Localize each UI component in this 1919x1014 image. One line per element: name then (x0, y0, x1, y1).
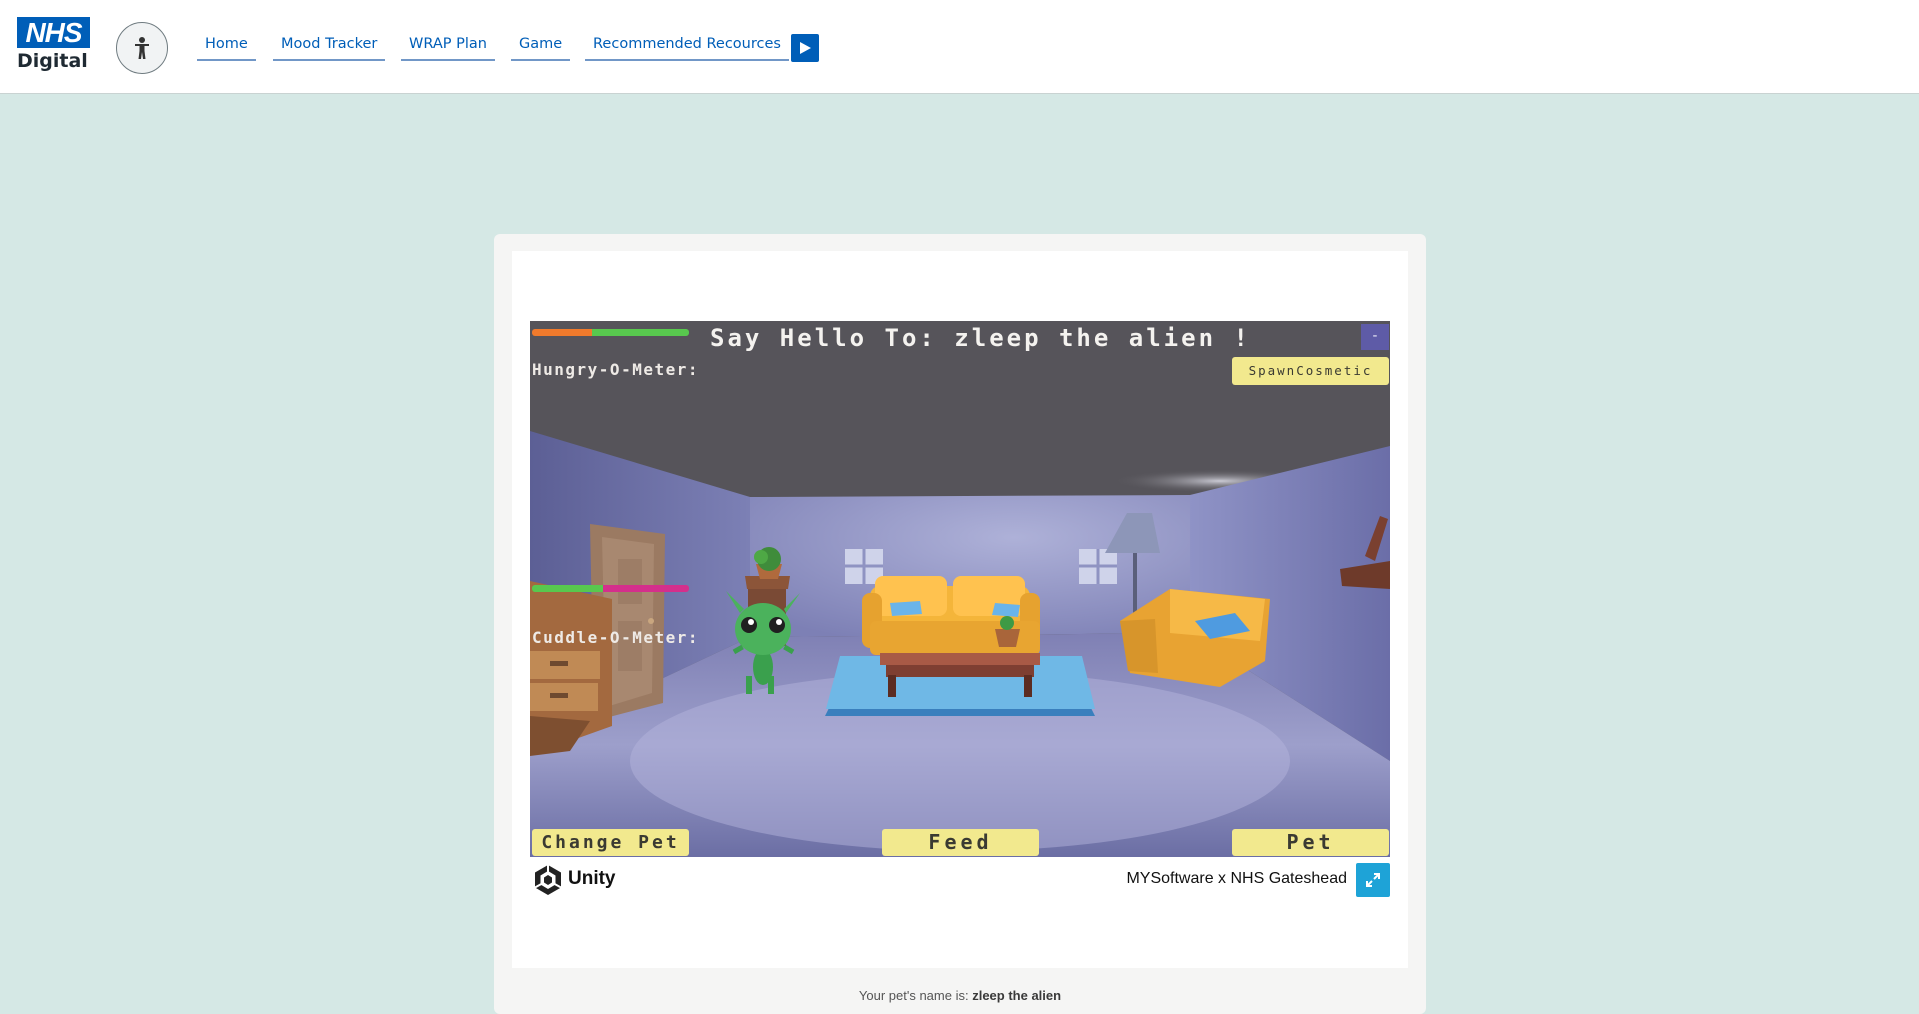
pet-name-value: zleep the alien (972, 988, 1062, 1003)
pet-name-prefix: Your pet's name is: (858, 988, 973, 1003)
feed-button[interactable]: Feed (882, 829, 1039, 856)
pet-name-line: Your pet's name is: zleep the alien (600, 988, 1320, 1003)
hungry-meter-remaining (591, 329, 689, 336)
site-header: NHS Digital Home Mood Tracker WRAP Plan … (0, 0, 1919, 94)
nhs-logo-box: NHS (17, 17, 90, 48)
spawn-cosmetic-button[interactable]: SpawnCosmetic (1232, 357, 1389, 385)
hungry-meter-label: Hungry-O-Meter: (532, 360, 699, 379)
fullscreen-button[interactable] (1356, 863, 1390, 897)
hungry-meter-fill (532, 329, 592, 336)
nav-mood-tracker[interactable]: Mood Tracker (273, 36, 386, 61)
change-pet-button[interactable]: Change Pet (532, 829, 689, 856)
accessibility-button[interactable] (116, 22, 168, 74)
cuddle-meter-bar (532, 585, 689, 592)
fullscreen-icon (1366, 873, 1380, 887)
nav-game[interactable]: Game (511, 36, 571, 61)
nav-recommended-recources[interactable]: Recommended Recources (585, 36, 789, 61)
minimize-button[interactable]: - (1361, 324, 1389, 350)
unity-label: Unity (568, 868, 616, 889)
unity-game-canvas[interactable]: Say Hello To: zleep the alien ! - Hungry… (530, 321, 1390, 857)
unity-logo-icon (534, 865, 562, 895)
nav-wrap-plan[interactable]: WRAP Plan (401, 36, 495, 61)
person-icon (135, 37, 149, 59)
hungry-meter-bar (532, 329, 689, 336)
play-icon (800, 42, 811, 54)
play-button[interactable] (791, 34, 819, 62)
pet-button[interactable]: Pet (1232, 829, 1389, 856)
cuddle-meter-fill (532, 585, 603, 592)
nav-home[interactable]: Home (197, 36, 256, 61)
credit-text: MYSoftware x NHS Gateshead (1126, 870, 1347, 887)
nhs-digital-logo[interactable]: NHS Digital (17, 17, 90, 72)
digital-logo-text: Digital (17, 50, 88, 72)
cuddle-meter-label: Cuddle-O-Meter: (532, 628, 699, 647)
cuddle-meter-remaining (602, 585, 689, 592)
game-title: Say Hello To: zleep the alien ! (710, 324, 1251, 352)
